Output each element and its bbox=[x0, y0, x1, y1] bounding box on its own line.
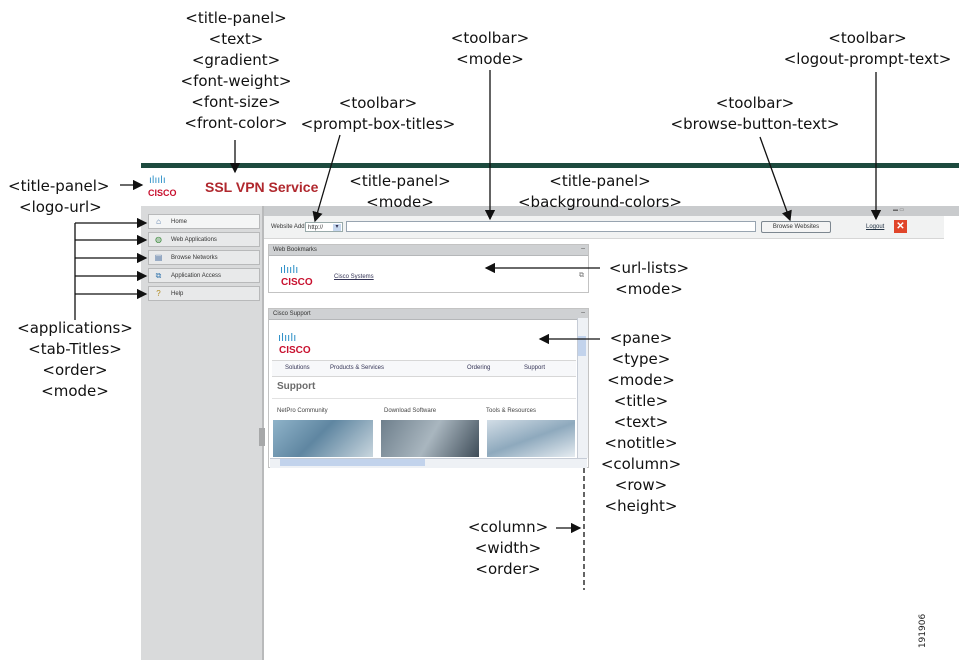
annotation-title-panel-props: <title-panel> <text> <gradient> <font-we… bbox=[180, 9, 292, 132]
annotation-title-panel-logo: <title-panel> <logo-url> bbox=[8, 177, 110, 216]
annotation-toolbar-browse: <toolbar> <browse-button-text> bbox=[670, 94, 840, 133]
annotation-title-panel-mode: <title-panel> <mode> bbox=[349, 172, 451, 211]
annotation-toolbar-logout: <toolbar> <logout-prompt-text> bbox=[783, 29, 952, 68]
annotation-column: <column> <width> <order> bbox=[467, 518, 549, 578]
arrow-prompt-box bbox=[312, 134, 341, 223]
annotation-title-panel-bg: <title-panel> <background-colors> bbox=[517, 172, 683, 211]
annotation-toolbar-mode: <toolbar> <mode> bbox=[450, 29, 530, 68]
annotation-applications: <applications> <tab-Titles> <order> <mod… bbox=[17, 319, 133, 400]
arrow-browse-button bbox=[759, 136, 792, 222]
annotation-pane: <pane> <type> <mode> <title> <text> <not… bbox=[600, 329, 682, 515]
annotation-url-lists: <url-lists> <mode> bbox=[608, 259, 690, 298]
annotation-toolbar-prompt: <toolbar> <prompt-box-titles> bbox=[300, 94, 456, 133]
figure-id: 191906 bbox=[918, 613, 929, 649]
